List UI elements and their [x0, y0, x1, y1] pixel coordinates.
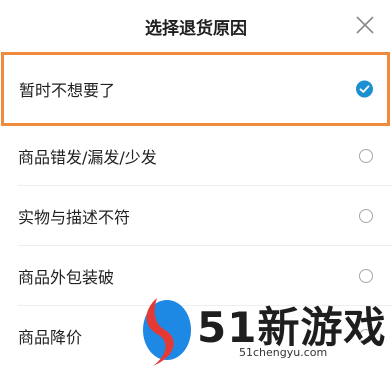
dialog-title: 选择退货原因	[145, 19, 247, 39]
watermark-url: 51chengyu.com	[239, 346, 328, 359]
watermark-logo-icon	[143, 298, 191, 366]
watermark: 51新游戏 51chengyu.com	[135, 290, 385, 370]
reason-label: 暂时不想要了	[19, 81, 116, 100]
close-icon[interactable]	[354, 14, 376, 36]
reason-label: 商品降价	[18, 328, 83, 347]
reason-option-2[interactable]: 实物与描述不符	[0, 186, 392, 246]
reason-label: 实物与描述不符	[18, 208, 131, 227]
reason-label: 商品错发/漏发/少发	[18, 148, 157, 167]
radio-unchecked-icon[interactable]	[359, 149, 373, 163]
reason-option-0[interactable]: 暂时不想要了	[1, 52, 390, 126]
radio-checked-icon[interactable]	[356, 80, 373, 98]
reason-option-1[interactable]: 商品错发/漏发/少发	[0, 126, 392, 186]
dialog-header: 选择退货原因	[0, 0, 392, 52]
radio-unchecked-icon[interactable]	[359, 209, 373, 223]
reason-label: 商品外包装破	[18, 268, 115, 287]
checkmark-icon	[359, 85, 370, 93]
radio-unchecked-icon[interactable]	[359, 269, 373, 283]
